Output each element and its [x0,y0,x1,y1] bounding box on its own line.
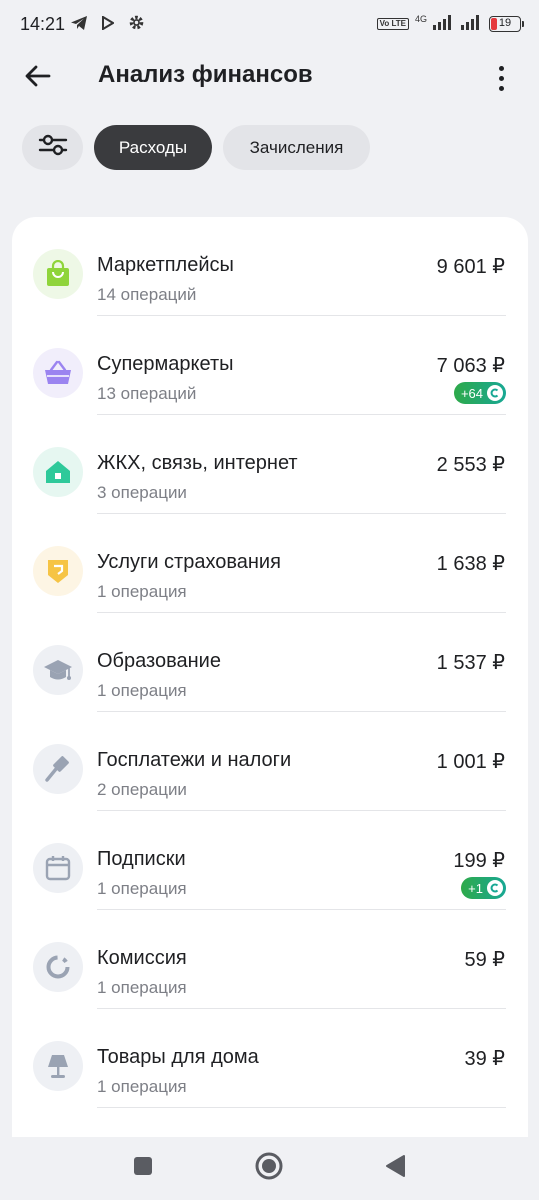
tab-expenses[interactable]: Расходы [94,125,212,170]
graduation-cap-icon [33,645,83,695]
category-name: Товары для дома [97,1046,259,1068]
category-row-supermarkets[interactable]: Супермаркеты 13 операций 7 063 ₽ +64 [12,316,528,415]
gavel-icon [33,744,83,794]
category-amount: 1 001 ₽ [436,751,505,773]
triangle-back-icon [384,1154,406,1183]
status-right-icons: Vo LTE 4G 19 [376,13,524,35]
telegram-icon [70,15,88,36]
shopping-bag-icon [33,249,83,299]
arrow-left-icon [25,65,51,92]
lamp-icon [33,1041,83,1091]
play-icon [102,14,115,35]
category-amount: 2 553 ₽ [436,454,505,476]
recents-button[interactable] [128,1153,158,1183]
category-amount: 199 ₽ [453,850,505,872]
category-row-commission[interactable]: Комиссия 1 операция 59 ₽ [12,910,528,1009]
filter-bar: Расходы Зачисления [22,125,370,170]
more-menu-button[interactable] [485,58,517,98]
square-icon [133,1156,153,1181]
system-nav-bar [0,1137,539,1200]
category-name: Услуги страхования [97,551,281,573]
cashback-value: +64 [460,385,483,401]
category-amount: 59 ₽ [464,949,505,971]
status-left-icons [70,14,145,36]
battery-icon: 19 [489,16,524,32]
cashback-coin-icon [487,880,503,896]
volte-indicator: Vo LTE [376,18,409,30]
category-name: Маркетплейсы [97,254,234,276]
cashback-value: +1 [468,880,483,896]
category-name: Супермаркеты [97,353,234,375]
percent-ring-icon [33,942,83,992]
filter-settings-button[interactable] [22,125,83,170]
page-title: Анализ финансов [98,61,313,88]
category-operations: 13 операций [97,384,197,403]
app-header: Анализ финансов [0,48,539,108]
category-amount: 7 063 ₽ [436,355,505,377]
circle-icon [254,1151,284,1186]
tab-income[interactable]: Зачисления [223,125,370,170]
category-row-marketplaces[interactable]: Маркетплейсы 14 операций 9 601 ₽ [12,217,528,316]
status-bar: 14:21 Vo LTE 4G 19 [0,0,539,48]
category-operations: 1 операция [97,1077,187,1096]
category-amount: 39 ₽ [464,1048,505,1070]
cashback-badge: +1 [461,877,506,899]
category-amount: 1 537 ₽ [436,652,505,674]
nav-back-button[interactable] [380,1153,410,1183]
category-row-household[interactable]: Товары для дома 1 операция 39 ₽ [12,1009,528,1108]
cashback-badge: +64 [453,382,506,404]
category-name: Комиссия [97,947,187,969]
category-operations: 1 операция [97,681,187,700]
calendar-icon [33,843,83,893]
shield-icon [33,546,83,596]
category-operations: 1 операция [97,879,187,898]
category-amount: 9 601 ₽ [436,256,505,278]
battery-level: 19 [498,17,512,29]
status-time: 14:21 [20,14,66,34]
cashback-coin-icon [487,385,503,401]
sliders-icon [38,133,68,162]
more-dot [498,85,504,91]
category-row-subscriptions[interactable]: Подписки 1 операция 199 ₽ +1 [12,811,528,910]
category-operations: 2 операции [97,780,187,799]
category-operations: 14 операций [97,285,197,304]
category-list: Маркетплейсы 14 операций 9 601 ₽ Суперма… [12,217,528,1157]
home-button[interactable] [254,1151,284,1186]
category-name: Образование [97,650,221,672]
category-amount: 1 638 ₽ [436,553,505,575]
category-name: Госплатежи и налоги [97,749,292,771]
more-vertical-icon [498,65,504,71]
back-button[interactable] [18,58,58,98]
category-row-insurance[interactable]: Услуги страхования 1 операция 1 638 ₽ [12,514,528,613]
category-row-utilities[interactable]: ЖКХ, связь, интернет 3 операции 2 553 ₽ [12,415,528,514]
gear-icon [128,14,145,36]
category-operations: 1 операция [97,978,187,997]
basket-icon [33,348,83,398]
divider [97,1107,506,1108]
category-name: ЖКХ, связь, интернет [97,452,298,474]
category-row-taxes[interactable]: Госплатежи и налоги 2 операции 1 001 ₽ [12,712,528,811]
signal-icon-2 [461,14,483,35]
network-type: 4G [414,14,427,24]
category-row-education[interactable]: Образование 1 операция 1 537 ₽ [12,613,528,712]
house-icon [33,447,83,497]
category-operations: 3 операции [97,483,187,502]
signal-icon [433,14,455,35]
more-dot [498,75,504,81]
category-operations: 1 операция [97,582,187,601]
category-name: Подписки [97,848,186,870]
